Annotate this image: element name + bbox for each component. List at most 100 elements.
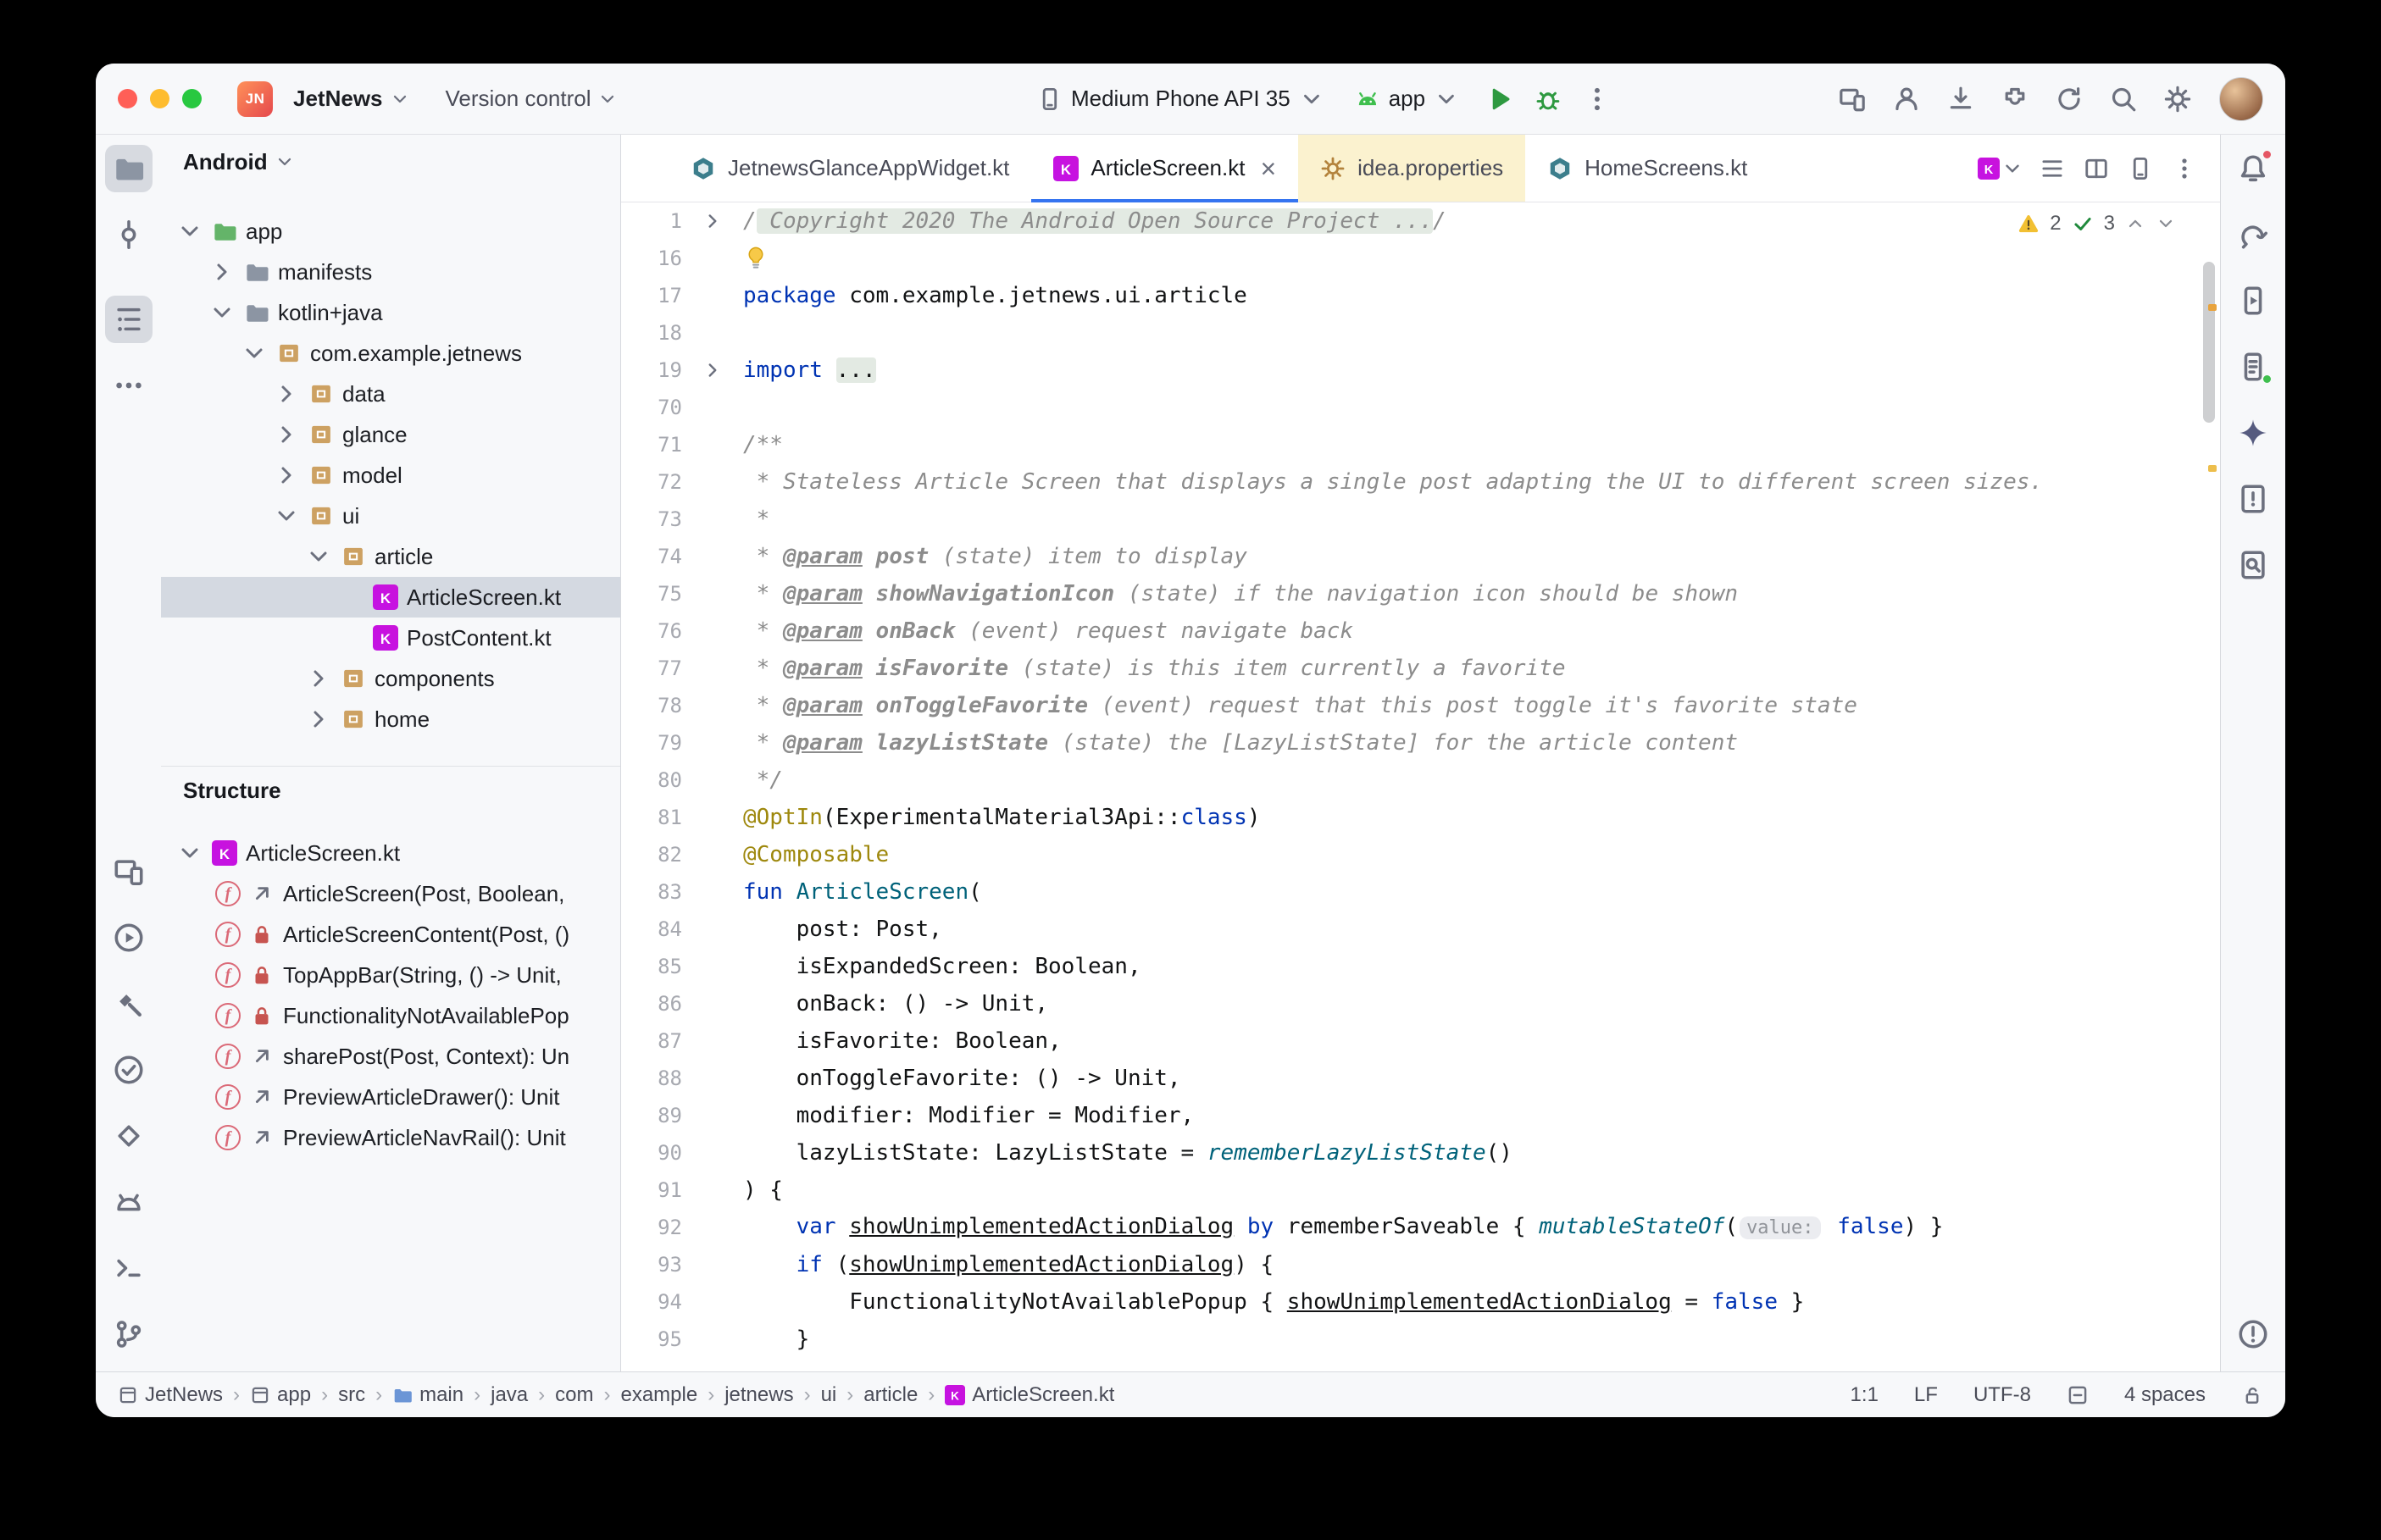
readonly-lock[interactable]: [2241, 1384, 2263, 1406]
fold-toggle-icon[interactable]: [682, 210, 743, 232]
close-window-button[interactable]: [118, 89, 137, 108]
line-number[interactable]: 82: [621, 843, 682, 867]
breadcrumb-item-src[interactable]: src: [338, 1383, 365, 1407]
code-line-83[interactable]: 83fun ArticleScreen(: [621, 873, 2220, 911]
run-button[interactable]: [1478, 78, 1520, 120]
device-selector[interactable]: Medium Phone API 35: [1025, 79, 1336, 119]
device-manager-tool-button[interactable]: [105, 848, 153, 895]
code-line-85[interactable]: 85 isExpandedScreen: Boolean,: [621, 948, 2220, 985]
close-tab-icon[interactable]: ×: [1260, 155, 1276, 182]
line-number[interactable]: 72: [621, 470, 682, 494]
device-manager-button[interactable]: [1831, 78, 1873, 120]
code-line-1[interactable]: 1/ Copyright 2020 The Android Open Sourc…: [621, 202, 2220, 240]
editor-tab-jetnewsglanceappwidget-kt[interactable]: JetnewsGlanceAppWidget.kt: [669, 135, 1031, 202]
code-line-92[interactable]: 92 var showUnimplementedActionDialog by …: [621, 1209, 2220, 1246]
code-line-82[interactable]: 82@Composable: [621, 836, 2220, 873]
line-number[interactable]: 87: [621, 1029, 682, 1053]
structure-root[interactable]: KArticleScreen.kt: [161, 833, 620, 873]
code-line-77[interactable]: 77 * @param isFavorite (state) is this i…: [621, 650, 2220, 687]
design-view-button[interactable]: [2122, 150, 2159, 187]
line-number[interactable]: 17: [621, 284, 682, 307]
code-line-89[interactable]: 89 modifier: Modifier = Modifier,: [621, 1097, 2220, 1134]
line-number[interactable]: 77: [621, 656, 682, 680]
line-number[interactable]: 78: [621, 694, 682, 717]
breadcrumb-item-articlescreen-kt[interactable]: KArticleScreen.kt: [945, 1383, 1114, 1407]
debug-button[interactable]: [1527, 78, 1569, 120]
device-explorer-tool-button[interactable]: [2229, 343, 2277, 391]
line-number[interactable]: 86: [621, 992, 682, 1016]
app-quality-insights-tool-button[interactable]: [2229, 475, 2277, 523]
code-line-76[interactable]: 76 * @param onBack (event) request navig…: [621, 612, 2220, 650]
next-problem-button[interactable]: [2156, 213, 2176, 234]
gradle-sync-button[interactable]: [2048, 78, 2090, 120]
project-tree-item-kotlin-java[interactable]: kotlin+java: [161, 292, 620, 333]
code-line-16[interactable]: 16: [621, 240, 2220, 277]
chevron-right-icon[interactable]: [305, 706, 332, 733]
notifications-button[interactable]: [2229, 145, 2277, 192]
hidden-tabs-button[interactable]: K: [1974, 150, 2027, 187]
run-configuration-selector[interactable]: app: [1343, 79, 1471, 119]
code-line-91[interactable]: 91) {: [621, 1172, 2220, 1209]
split-view-button[interactable]: [2078, 150, 2115, 187]
structure-item-previewarticledrawer-unit[interactable]: fPreviewArticleDrawer(): Unit: [161, 1077, 620, 1117]
code-line-17[interactable]: 17package com.example.jetnews.ui.article: [621, 277, 2220, 314]
structure-item-functionalitynotavailablepop[interactable]: fFunctionalityNotAvailablePop: [161, 995, 620, 1036]
code-view-button[interactable]: [2034, 150, 2071, 187]
vcs-widget[interactable]: Version control: [437, 79, 627, 119]
code-line-81[interactable]: 81@OptIn(ExperimentalMaterial3Api::class…: [621, 799, 2220, 836]
line-number[interactable]: 71: [621, 433, 682, 457]
fold-toggle-icon[interactable]: [682, 359, 743, 381]
intention-bulb-icon[interactable]: [743, 245, 769, 270]
breadcrumb-item-app[interactable]: app: [250, 1383, 311, 1407]
chevron-right-icon[interactable]: [273, 380, 300, 407]
code-line-75[interactable]: 75 * @param showNavigationIcon (state) i…: [621, 575, 2220, 612]
breadcrumb-item-java[interactable]: java: [491, 1383, 528, 1407]
chevron-down-icon[interactable]: [176, 839, 203, 867]
project-tree-item-postcontent-kt[interactable]: KPostContent.kt: [161, 618, 620, 658]
structure-tool-button[interactable]: [105, 296, 153, 343]
breadcrumb-item-example[interactable]: example: [620, 1383, 697, 1407]
chevron-down-icon[interactable]: [176, 218, 203, 245]
commit-tool-button[interactable]: [105, 211, 153, 258]
structure-item-previewarticlenavrail-unit[interactable]: fPreviewArticleNavRail(): Unit: [161, 1117, 620, 1158]
settings-button[interactable]: [2156, 78, 2199, 120]
problems-tool-button[interactable]: [2229, 1310, 2277, 1358]
indent-style[interactable]: [2067, 1384, 2089, 1406]
user-avatar[interactable]: [2219, 77, 2263, 121]
editor-tab-articlescreen-kt[interactable]: KArticleScreen.kt×: [1031, 135, 1298, 202]
code-line-80[interactable]: 80 */: [621, 762, 2220, 799]
gradle-tool-button[interactable]: [2229, 211, 2277, 258]
line-number[interactable]: 19: [621, 358, 682, 382]
chevron-down-icon[interactable]: [208, 299, 236, 326]
terminal-tool-button[interactable]: [105, 1244, 153, 1292]
chevron-down-icon[interactable]: [305, 543, 332, 570]
project-tree-item-com-example-jetnews[interactable]: com.example.jetnews: [161, 333, 620, 374]
code-line-87[interactable]: 87 isFavorite: Boolean,: [621, 1022, 2220, 1060]
editor-scrollbar[interactable]: [2203, 262, 2215, 423]
code-line-79[interactable]: 79 * @param lazyListState (state) the [L…: [621, 724, 2220, 762]
structure-item-topappbar-string-unit[interactable]: fTopAppBar(String, () -> Unit,: [161, 955, 620, 995]
code-line-94[interactable]: 94 FunctionalityNotAvailablePopup { show…: [621, 1283, 2220, 1321]
code-line-88[interactable]: 88 onToggleFavorite: () -> Unit,: [621, 1060, 2220, 1097]
line-number[interactable]: 81: [621, 806, 682, 829]
code-line-19[interactable]: 19import ...: [621, 352, 2220, 389]
breadcrumb-item-jetnews[interactable]: jetnews: [724, 1383, 793, 1407]
indent-size[interactable]: 4 spaces: [2124, 1383, 2206, 1407]
gemini-tool-button[interactable]: [2229, 409, 2277, 457]
project-tree-item-glance[interactable]: glance: [161, 414, 620, 455]
more-tool-windows-button[interactable]: [105, 362, 153, 409]
line-number[interactable]: 18: [621, 321, 682, 345]
code-line-78[interactable]: 78 * @param onToggleFavorite (event) req…: [621, 687, 2220, 724]
breadcrumb-item-ui[interactable]: ui: [821, 1383, 837, 1407]
chevron-right-icon[interactable]: [273, 462, 300, 489]
line-number[interactable]: 76: [621, 619, 682, 643]
file-encoding[interactable]: UTF-8: [1973, 1383, 2031, 1407]
line-number[interactable]: 93: [621, 1253, 682, 1277]
minimize-window-button[interactable]: [150, 89, 169, 108]
line-number[interactable]: 90: [621, 1141, 682, 1165]
structure-item-articlescreen-post-boolean[interactable]: fArticleScreen(Post, Boolean,: [161, 873, 620, 914]
editor-tab-homescreens-kt[interactable]: HomeScreens.kt: [1525, 135, 1769, 202]
build-tool-button[interactable]: [105, 980, 153, 1028]
project-tree-item-components[interactable]: components: [161, 658, 620, 699]
find-tool-button[interactable]: [2229, 541, 2277, 589]
